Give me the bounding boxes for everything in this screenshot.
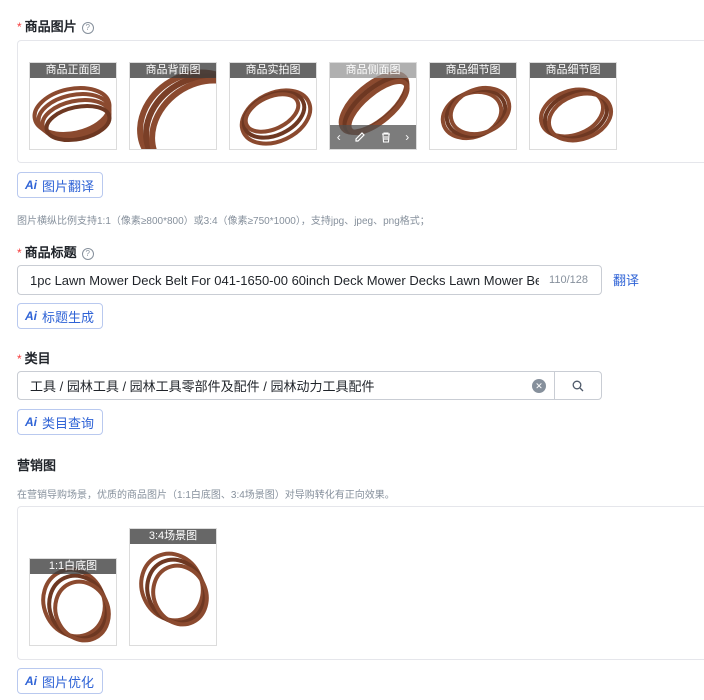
image-translate-button[interactable]: Ai 图片翻译 <box>17 172 104 198</box>
image-toolbar: ‹ › <box>330 125 416 149</box>
next-icon[interactable]: › <box>405 130 409 144</box>
title-counter: 110/128 <box>549 274 588 286</box>
title-generate-button[interactable]: Ai 标题生成 <box>17 303 104 329</box>
category-query-button[interactable]: Ai 类目查询 <box>17 409 104 435</box>
help-icon[interactable]: ? <box>81 247 94 260</box>
image-tag: 商品背面图 <box>130 63 216 78</box>
product-images-label: * 商品图片? <box>17 16 94 35</box>
marketing-hint: 在营销导购场景，优质的商品图片（1:1白底图、3:4场景图）对导购转化有正向效果… <box>17 490 395 501</box>
help-icon[interactable]: ? <box>81 21 94 34</box>
image-tag: 商品侧面图 <box>330 63 416 78</box>
image-tag: 商品正面图 <box>30 63 116 78</box>
search-button[interactable] <box>554 372 601 399</box>
marketing-image-thumb[interactable]: 1:1白底图 <box>29 558 117 646</box>
prev-icon[interactable]: ‹ <box>337 130 341 144</box>
marketing-label: 营销图 <box>17 458 57 473</box>
product-image-thumb[interactable]: 商品细节图 <box>529 62 617 150</box>
title-label: * 商品标题? <box>17 242 94 261</box>
translate-link[interactable]: 翻译 <box>613 270 639 289</box>
image-tag: 商品实拍图 <box>230 63 316 78</box>
delete-icon[interactable] <box>380 131 392 143</box>
ai-icon: Ai <box>25 178 37 192</box>
product-image-thumb[interactable]: 商品实拍图 <box>229 62 317 150</box>
product-image-thumb-active[interactable]: 商品侧面图 ‹ › <box>329 62 417 150</box>
belt-image <box>139 551 209 627</box>
category-label: * 类目 <box>17 351 51 366</box>
ai-icon: Ai <box>25 415 37 429</box>
product-image-thumb[interactable]: 商品细节图 <box>429 62 517 150</box>
marketing-images-panel <box>17 506 704 660</box>
category-select[interactable]: 工具 / 园林工具 / 园林工具零部件及配件 / 园林动力工具配件 ✕ <box>17 371 602 400</box>
edit-icon[interactable] <box>354 131 366 143</box>
marketing-image-thumb[interactable]: 3:4场景图 <box>129 528 217 646</box>
image-tag: 3:4场景图 <box>130 529 216 544</box>
category-value: 工具 / 园林工具 / 园林工具零部件及配件 / 园林动力工具配件 <box>30 379 375 394</box>
ai-icon: Ai <box>25 674 37 688</box>
image-ratio-hint: 图片横纵比例支持1:1（像素≥800*800）或3:4（像素≥750*1000）… <box>17 216 430 227</box>
search-icon <box>572 380 584 391</box>
image-tag: 商品细节图 <box>530 63 616 78</box>
title-input[interactable]: 1pc Lawn Mower Deck Belt For 041-1650-00… <box>17 265 602 295</box>
required-mark: * <box>17 246 22 260</box>
product-image-thumb[interactable]: 商品背面图 <box>129 62 217 150</box>
clear-icon[interactable]: ✕ <box>532 378 546 393</box>
ai-icon: Ai <box>25 309 37 323</box>
image-optimize-button[interactable]: Ai 图片优化 <box>17 668 104 694</box>
image-tag: 1:1白底图 <box>30 559 116 574</box>
required-mark: * <box>17 20 22 34</box>
image-tag: 商品细节图 <box>430 63 516 78</box>
title-input-value: 1pc Lawn Mower Deck Belt For 041-1650-00… <box>30 272 540 288</box>
required-mark: * <box>17 352 22 366</box>
product-image-thumb[interactable]: 商品正面图 <box>29 62 117 150</box>
